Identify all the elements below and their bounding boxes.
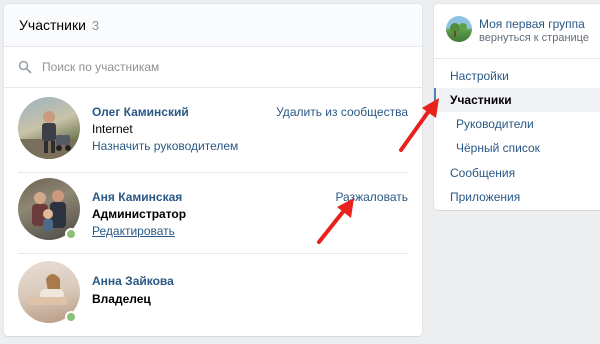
member-role: Владелец [92,292,151,306]
search-icon [18,60,32,74]
member-name[interactable]: Аня Каминская [92,190,182,204]
menu-item-settings[interactable]: Настройки [434,64,600,88]
members-count: 3 [91,17,100,33]
members-title: Участники [19,17,86,33]
member-name[interactable]: Олег Каминский [92,105,189,119]
divider [434,58,600,59]
back-to-page-link[interactable]: вернуться к странице [479,32,589,44]
members-header: Участники 3 [4,4,422,47]
remove-from-community-link[interactable]: Удалить из сообщества [276,105,408,119]
edit-link[interactable]: Редактировать [92,224,175,238]
menu-item-apps[interactable]: Приложения [434,185,600,209]
group-header[interactable]: Моя первая группа вернуться к странице [446,16,600,48]
search-input[interactable] [42,60,382,74]
member-row-2: Аня Каминская Администратор Редактироват… [18,173,408,254]
group-sidebar: Моя первая группа вернуться к странице Н… [434,4,600,210]
group-name[interactable]: Моя первая группа [479,17,585,31]
menu-item-managers[interactable]: Руководители [434,112,600,136]
make-manager-link[interactable]: Назначить руководителем [92,139,238,153]
group-avatar[interactable] [446,16,472,42]
demote-link[interactable]: Разжаловать [335,190,408,204]
online-indicator [65,228,77,240]
member-role: Администратор [92,207,187,221]
member-row-1: Олег Каминский Internet Назначить руково… [18,92,408,173]
menu-item-blacklist[interactable]: Чёрный список [434,136,600,160]
avatar[interactable] [18,97,80,159]
menu-item-messages[interactable]: Сообщения [434,161,600,185]
member-name[interactable]: Анна Зайкова [92,274,174,288]
online-indicator [65,311,77,323]
member-subtitle: Internet [92,122,133,136]
member-row-3: Анна Зайкова Владелец [18,256,408,336]
search-row [4,47,422,88]
menu-item-members[interactable]: Участники [434,88,600,112]
members-card: Участники 3 Олег Каминский Internet Назн… [4,4,422,336]
